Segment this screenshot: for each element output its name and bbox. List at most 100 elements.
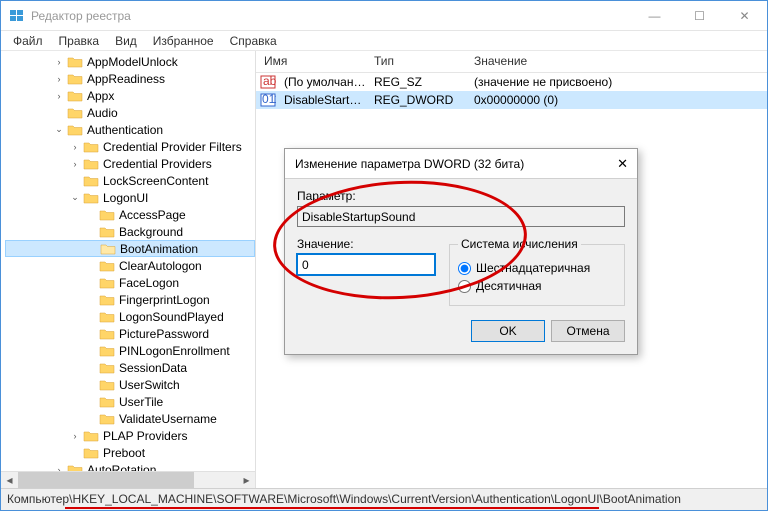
tree-item-label: Authentication bbox=[87, 123, 163, 137]
radio-dec[interactable]: Десятичная bbox=[458, 279, 616, 293]
menu-help[interactable]: Справка bbox=[222, 32, 285, 50]
app-icon bbox=[9, 8, 25, 24]
cell-value: 0x00000000 (0) bbox=[470, 92, 710, 108]
dialog-close-button[interactable]: ✕ bbox=[600, 156, 628, 172]
chevron-down-icon[interactable]: ⌄ bbox=[69, 192, 81, 203]
param-input bbox=[297, 206, 625, 227]
folder-icon bbox=[99, 208, 115, 222]
tree-hscrollbar[interactable]: ◂ ▸ bbox=[1, 471, 255, 488]
chevron-right-icon[interactable]: › bbox=[69, 431, 81, 441]
tree-item[interactable]: BootAnimation bbox=[5, 240, 255, 257]
tree-item-label: PLAP Providers bbox=[103, 429, 188, 443]
tree-item-label: SessionData bbox=[119, 361, 187, 375]
tree-item[interactable]: Background bbox=[5, 223, 255, 240]
tree-item[interactable]: UserSwitch bbox=[5, 376, 255, 393]
window-titlebar: Редактор реестра — ☐ ✕ bbox=[1, 1, 767, 31]
menu-file[interactable]: Файл bbox=[5, 32, 51, 50]
cell-name: (По умолчанию) bbox=[280, 74, 370, 90]
tree-item-label: FingerprintLogon bbox=[119, 293, 210, 307]
tree-item-label: Preboot bbox=[103, 446, 145, 460]
folder-icon bbox=[83, 157, 99, 171]
folder-icon bbox=[67, 55, 83, 69]
tree-item[interactable]: LogonSoundPlayed bbox=[5, 308, 255, 325]
tree-item-label: AccessPage bbox=[119, 208, 186, 222]
tree-item-label: FaceLogon bbox=[119, 276, 179, 290]
folder-icon bbox=[99, 259, 115, 273]
scroll-right-icon[interactable]: ▸ bbox=[238, 472, 255, 489]
status-path: Компьютер\HKEY_LOCAL_MACHINE\SOFTWARE\Mi… bbox=[7, 492, 681, 506]
ok-button[interactable]: OK bbox=[471, 320, 545, 342]
chevron-right-icon[interactable]: › bbox=[53, 91, 65, 101]
tree-item[interactable]: ›Credential Provider Filters bbox=[5, 138, 255, 155]
tree-item-label: PicturePassword bbox=[119, 327, 209, 341]
menubar: Файл Правка Вид Избранное Справка bbox=[1, 31, 767, 51]
tree-item[interactable]: AccessPage bbox=[5, 206, 255, 223]
annotation-underline bbox=[65, 507, 599, 509]
tree-item[interactable]: SessionData bbox=[5, 359, 255, 376]
close-button[interactable]: ✕ bbox=[722, 1, 767, 30]
tree-pane: ›AppModelUnlock›AppReadiness›AppxAudio ⌄ A… bbox=[1, 51, 256, 488]
edit-dword-dialog: Изменение параметра DWORD (32 бита) ✕ Па… bbox=[284, 148, 638, 355]
cell-type: REG_SZ bbox=[370, 74, 470, 90]
tree-item-label: ClearAutologon bbox=[119, 259, 202, 273]
cell-value: (значение не присвоено) bbox=[470, 74, 710, 90]
folder-icon bbox=[99, 310, 115, 324]
folder-icon bbox=[67, 123, 83, 137]
folder-icon bbox=[67, 89, 83, 103]
menu-favorites[interactable]: Избранное bbox=[145, 32, 222, 50]
tree-item[interactable]: ›AppModelUnlock bbox=[5, 53, 255, 70]
tree-item[interactable]: LockScreenContent bbox=[5, 172, 255, 189]
tree-item[interactable]: FingerprintLogon bbox=[5, 291, 255, 308]
dword-value-icon bbox=[260, 92, 276, 108]
tree-item[interactable]: ⌄ Authentication bbox=[5, 121, 255, 138]
tree-item[interactable]: Audio bbox=[5, 104, 255, 121]
tree-item[interactable]: ⌄ LogonUI bbox=[5, 189, 255, 206]
chevron-right-icon[interactable]: › bbox=[53, 57, 65, 67]
folder-icon bbox=[83, 140, 99, 154]
col-name[interactable]: Имя bbox=[256, 51, 366, 72]
cell-name: DisableStartupS... bbox=[280, 92, 370, 108]
folder-icon bbox=[99, 378, 115, 392]
tree-item-label: Background bbox=[119, 225, 183, 239]
scroll-left-icon[interactable]: ◂ bbox=[1, 472, 18, 489]
folder-icon bbox=[100, 242, 116, 256]
tree-item[interactable]: UserTile bbox=[5, 393, 255, 410]
window-title: Редактор реестра bbox=[31, 9, 632, 23]
tree-item[interactable]: › PLAP Providers bbox=[5, 427, 255, 444]
col-type[interactable]: Тип bbox=[366, 51, 466, 72]
radio-hex[interactable]: Шестнадцатеричная bbox=[458, 261, 616, 275]
chevron-right-icon[interactable]: › bbox=[53, 74, 65, 84]
chevron-right-icon[interactable]: › bbox=[69, 142, 81, 152]
tree-item[interactable]: Preboot bbox=[5, 444, 255, 461]
chevron-down-icon[interactable]: ⌄ bbox=[53, 124, 65, 135]
tree-item[interactable]: FaceLogon bbox=[5, 274, 255, 291]
value-input[interactable] bbox=[297, 254, 435, 275]
tree-item-label: Credential Providers bbox=[103, 157, 212, 171]
folder-icon bbox=[83, 429, 99, 443]
tree-item[interactable]: ValidateUsername bbox=[5, 410, 255, 427]
tree-item[interactable]: ClearAutologon bbox=[5, 257, 255, 274]
tree-item[interactable]: PINLogonEnrollment bbox=[5, 342, 255, 359]
menu-edit[interactable]: Правка bbox=[51, 32, 108, 50]
tree-item[interactable]: PicturePassword bbox=[5, 325, 255, 342]
cancel-button[interactable]: Отмена bbox=[551, 320, 625, 342]
tree-item[interactable]: › Credential Providers bbox=[5, 155, 255, 172]
maximize-button[interactable]: ☐ bbox=[677, 1, 722, 30]
col-value[interactable]: Значение bbox=[466, 51, 706, 72]
dialog-title: Изменение параметра DWORD (32 бита) bbox=[295, 157, 600, 171]
chevron-right-icon[interactable]: › bbox=[69, 159, 81, 169]
folder-icon bbox=[99, 276, 115, 290]
list-row[interactable]: (По умолчанию)REG_SZ(значение не присвое… bbox=[256, 73, 767, 91]
param-label: Параметр: bbox=[297, 189, 625, 203]
menu-view[interactable]: Вид bbox=[107, 32, 145, 50]
tree-item-label: LogonUI bbox=[103, 191, 148, 205]
minimize-button[interactable]: — bbox=[632, 1, 677, 30]
tree-item-label: PINLogonEnrollment bbox=[119, 344, 230, 358]
folder-icon bbox=[67, 106, 83, 120]
tree-item[interactable]: ›AppReadiness bbox=[5, 70, 255, 87]
folder-icon bbox=[99, 225, 115, 239]
folder-icon bbox=[99, 327, 115, 341]
tree-item[interactable]: ›Appx bbox=[5, 87, 255, 104]
list-row[interactable]: DisableStartupS...REG_DWORD0x00000000 (0… bbox=[256, 91, 767, 109]
dialog-titlebar: Изменение параметра DWORD (32 бита) ✕ bbox=[285, 149, 637, 179]
